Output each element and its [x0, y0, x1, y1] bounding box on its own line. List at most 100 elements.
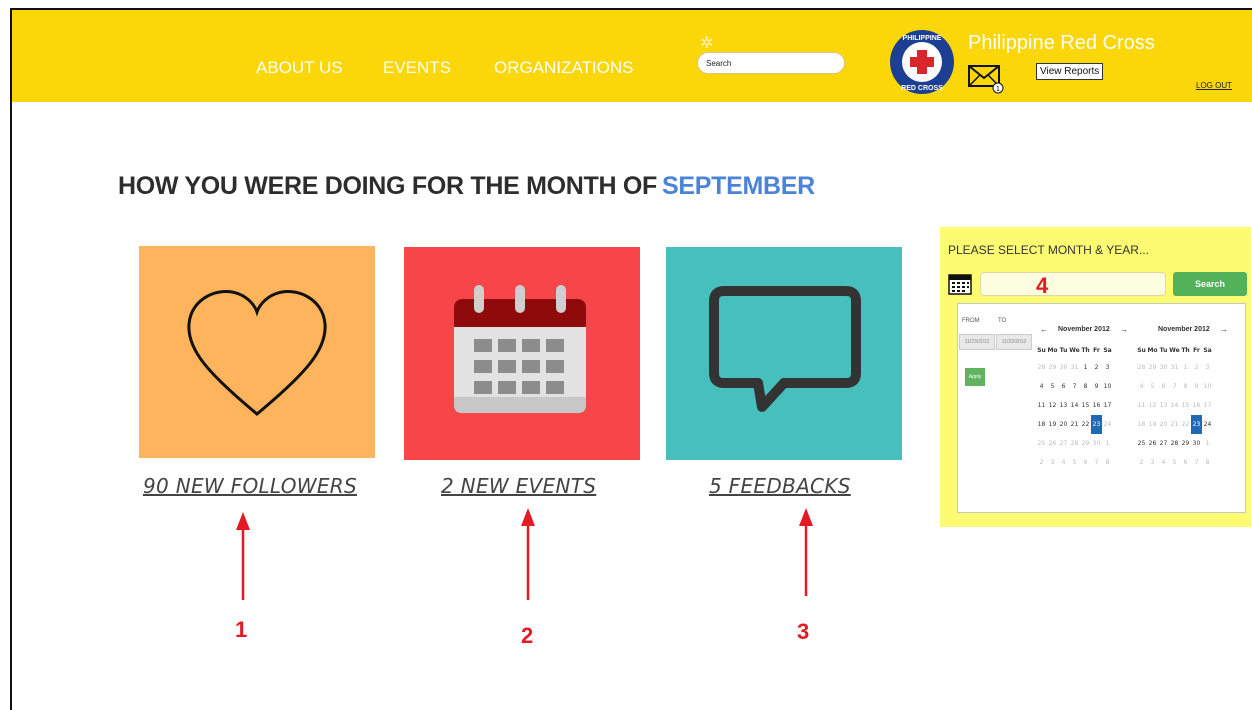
- calendar-day[interactable]: 7: [1069, 377, 1080, 396]
- calendar-day[interactable]: 22: [1080, 415, 1091, 434]
- calendar-day[interactable]: 3: [1047, 453, 1058, 472]
- calendar-day[interactable]: 25: [1036, 434, 1047, 453]
- calendar-day[interactable]: 29: [1080, 434, 1091, 453]
- calendar-day[interactable]: 4: [1136, 377, 1147, 396]
- next-month-icon[interactable]: →: [1220, 325, 1228, 334]
- calendar-day[interactable]: 30: [1158, 358, 1169, 377]
- calendar-day[interactable]: 6: [1058, 377, 1069, 396]
- calendar-day[interactable]: 3: [1202, 358, 1213, 377]
- calendar-day[interactable]: 4: [1036, 377, 1047, 396]
- calendar-day[interactable]: 6: [1080, 453, 1091, 472]
- calendar-day[interactable]: 8: [1202, 453, 1213, 472]
- to-date-input[interactable]: 11/23/2012: [996, 334, 1032, 350]
- events-card[interactable]: [404, 247, 640, 460]
- calendar-day[interactable]: 1: [1202, 434, 1213, 453]
- followers-link[interactable]: 90 NEW FOLLOWERS: [143, 474, 373, 498]
- calendar-day[interactable]: 21: [1069, 415, 1080, 434]
- calendar-day[interactable]: 2: [1091, 358, 1102, 377]
- calendar-day[interactable]: 16: [1091, 396, 1102, 415]
- calendar-day[interactable]: 23: [1091, 415, 1102, 434]
- prev-month-icon[interactable]: ←: [1040, 325, 1048, 334]
- calendar-day[interactable]: 3: [1102, 358, 1113, 377]
- date-range-input[interactable]: [980, 272, 1166, 296]
- gear-icon[interactable]: ✲: [700, 33, 713, 53]
- calendar-day[interactable]: 26: [1147, 434, 1158, 453]
- calendar-day[interactable]: 17: [1102, 396, 1113, 415]
- calendar-day[interactable]: 28: [1169, 434, 1180, 453]
- calendar-day[interactable]: 2: [1036, 453, 1047, 472]
- calendar-day[interactable]: 27: [1158, 434, 1169, 453]
- calendar-day[interactable]: 26: [1047, 434, 1058, 453]
- calendar-day[interactable]: 5: [1069, 453, 1080, 472]
- calendar-day[interactable]: 29: [1047, 358, 1058, 377]
- calendar-day[interactable]: 10: [1102, 377, 1113, 396]
- calendar-day[interactable]: 5: [1169, 453, 1180, 472]
- date-search-button[interactable]: Search: [1173, 272, 1247, 296]
- calendar-day[interactable]: 4: [1158, 453, 1169, 472]
- calendar-day[interactable]: 14: [1069, 396, 1080, 415]
- apply-button[interactable]: Apply: [965, 368, 985, 386]
- mail-icon[interactable]: 1: [968, 64, 1012, 94]
- calendar-day[interactable]: 11: [1036, 396, 1047, 415]
- events-link[interactable]: 2 NEW EVENTS: [441, 474, 596, 498]
- calendar-day[interactable]: 2: [1136, 453, 1147, 472]
- followers-card[interactable]: [139, 246, 375, 458]
- calendar-day[interactable]: 25: [1136, 434, 1147, 453]
- calendar-day[interactable]: 11: [1136, 396, 1147, 415]
- calendar-day[interactable]: 7: [1091, 453, 1102, 472]
- calendar-day[interactable]: 12: [1147, 396, 1158, 415]
- calendar-day[interactable]: 17: [1202, 396, 1213, 415]
- calendar-day[interactable]: 28: [1036, 358, 1047, 377]
- calendar-day[interactable]: 5: [1147, 377, 1158, 396]
- calendar-day[interactable]: 22: [1180, 415, 1191, 434]
- calendar-day[interactable]: 30: [1091, 434, 1102, 453]
- nav-events[interactable]: EVENTS: [383, 58, 451, 78]
- calendar-day[interactable]: 29: [1180, 434, 1191, 453]
- calendar-day[interactable]: 13: [1158, 396, 1169, 415]
- calendar-day[interactable]: 6: [1180, 453, 1191, 472]
- view-reports-button[interactable]: View Reports: [1036, 63, 1104, 80]
- from-date-input[interactable]: 11/23/2012: [959, 334, 995, 350]
- search-input[interactable]: Search: [697, 52, 845, 74]
- calendar-day[interactable]: 8: [1102, 453, 1113, 472]
- calendar-day[interactable]: 24: [1202, 415, 1213, 434]
- feedbacks-link[interactable]: 5 FEEDBACKS: [709, 474, 851, 498]
- calendar-day[interactable]: 3: [1147, 453, 1158, 472]
- calendar-day[interactable]: 7: [1191, 453, 1202, 472]
- logout-link[interactable]: LOG OUT: [1196, 81, 1232, 90]
- calendar-day[interactable]: 19: [1147, 415, 1158, 434]
- calendar-day[interactable]: 9: [1091, 377, 1102, 396]
- nav-organizations[interactable]: ORGANIZATIONS: [494, 58, 644, 78]
- calendar-day[interactable]: 30: [1191, 434, 1202, 453]
- calendar-day[interactable]: 13: [1058, 396, 1069, 415]
- calendar-day[interactable]: 15: [1080, 396, 1091, 415]
- calendar-day[interactable]: 20: [1058, 415, 1069, 434]
- calendar-day[interactable]: 31: [1169, 358, 1180, 377]
- calendar-day[interactable]: 16: [1191, 396, 1202, 415]
- calendar-day[interactable]: 12: [1047, 396, 1058, 415]
- calendar-day[interactable]: 9: [1191, 377, 1202, 396]
- calendar-day[interactable]: 18: [1036, 415, 1047, 434]
- next-month-icon-left[interactable]: →: [1120, 325, 1128, 334]
- calendar-day[interactable]: 1: [1180, 358, 1191, 377]
- calendar-day[interactable]: 10: [1202, 377, 1213, 396]
- calendar-day[interactable]: 6: [1158, 377, 1169, 396]
- calendar-day[interactable]: 7: [1169, 377, 1180, 396]
- calendar-picker-icon[interactable]: [948, 272, 974, 296]
- calendar-day[interactable]: 4: [1058, 453, 1069, 472]
- calendar-day[interactable]: 8: [1180, 377, 1191, 396]
- calendar-day[interactable]: 30: [1058, 358, 1069, 377]
- calendar-day[interactable]: 24: [1102, 415, 1113, 434]
- calendar-day[interactable]: 15: [1180, 396, 1191, 415]
- calendar-day[interactable]: 18: [1136, 415, 1147, 434]
- calendar-day[interactable]: 14: [1169, 396, 1180, 415]
- calendar-day[interactable]: 1: [1080, 358, 1091, 377]
- calendar-day[interactable]: 1: [1102, 434, 1113, 453]
- calendar-day[interactable]: 28: [1136, 358, 1147, 377]
- calendar-day[interactable]: 19: [1047, 415, 1058, 434]
- calendar-day[interactable]: 2: [1191, 358, 1202, 377]
- feedback-card[interactable]: [666, 247, 902, 460]
- nav-about-us[interactable]: ABOUT US: [256, 58, 343, 78]
- calendar-day[interactable]: 27: [1058, 434, 1069, 453]
- calendar-day[interactable]: 29: [1147, 358, 1158, 377]
